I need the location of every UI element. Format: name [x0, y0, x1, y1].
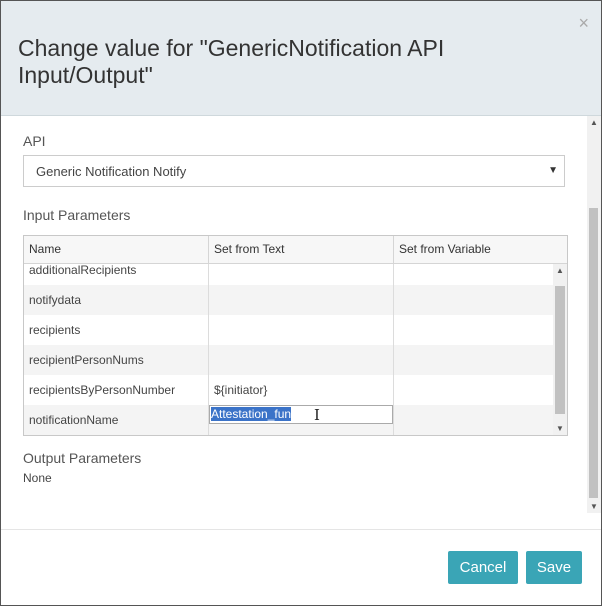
- param-text[interactable]: [209, 315, 394, 345]
- api-select-value: Generic Notification Notify: [36, 164, 187, 179]
- grid-scroll-thumb[interactable]: [555, 286, 565, 414]
- chevron-down-icon: ▼: [548, 165, 558, 176]
- dialog-scrollbar[interactable]: ▲ ▼: [587, 116, 601, 513]
- param-name: additionalRecipients: [24, 264, 209, 285]
- table-row[interactable]: notifydata: [24, 285, 553, 315]
- param-variable[interactable]: [394, 345, 553, 375]
- table-row[interactable]: recipients: [24, 315, 553, 345]
- api-label: API: [23, 133, 46, 149]
- dialog-header: Change value for "GenericNotification AP…: [1, 1, 601, 116]
- param-name: recipientPersonNums: [24, 345, 209, 375]
- notification-name-text-input[interactable]: Attestation_fun I: [209, 405, 393, 424]
- param-variable[interactable]: [394, 315, 553, 345]
- close-icon[interactable]: ×: [578, 14, 589, 32]
- param-name: notifydata: [24, 285, 209, 315]
- grid-scrollbar[interactable]: ▲ ▼: [553, 264, 567, 435]
- table-row[interactable]: notificationName Attestation_fun I: [24, 405, 553, 435]
- scroll-up-icon[interactable]: ▲: [590, 118, 598, 127]
- dialog-body: API Generic Notification Notify ▼ Input …: [1, 116, 587, 513]
- scroll-down-icon[interactable]: ▼: [556, 424, 564, 433]
- param-variable[interactable]: [394, 405, 553, 435]
- param-text[interactable]: [209, 264, 394, 285]
- table-row[interactable]: additionalRecipients: [24, 264, 553, 285]
- dialog-title: Change value for "GenericNotification AP…: [18, 35, 445, 88]
- param-text[interactable]: [209, 285, 394, 315]
- dialog-footer: Cancel Save: [1, 529, 601, 605]
- save-button[interactable]: Save: [526, 551, 582, 584]
- text-cursor-icon: I: [314, 406, 320, 424]
- param-variable[interactable]: [394, 375, 553, 405]
- change-value-dialog: Change value for "GenericNotification AP…: [0, 0, 602, 606]
- param-text[interactable]: ${initiator}: [209, 375, 394, 405]
- scroll-down-icon[interactable]: ▼: [590, 502, 598, 511]
- scroll-up-icon[interactable]: ▲: [556, 266, 564, 275]
- param-variable[interactable]: [394, 285, 553, 315]
- selected-text: Attestation_fun: [211, 407, 292, 421]
- table-row[interactable]: recipientsByPersonNumber ${initiator}: [24, 375, 553, 405]
- column-header-set-from-text[interactable]: Set from Text: [209, 236, 394, 263]
- input-parameters-grid: Name Set from Text Set from Variable add…: [23, 235, 568, 436]
- param-variable[interactable]: [394, 264, 553, 285]
- param-name: notificationName: [24, 405, 209, 435]
- table-row[interactable]: recipientPersonNums: [24, 345, 553, 375]
- grid-rows: additionalRecipients notifydata recipien…: [24, 264, 553, 435]
- column-header-name[interactable]: Name: [24, 236, 209, 263]
- output-parameters-label: Output Parameters: [23, 450, 142, 466]
- column-header-set-from-variable[interactable]: Set from Variable: [394, 236, 567, 263]
- param-name: recipientsByPersonNumber: [24, 375, 209, 405]
- param-name: recipients: [24, 315, 209, 345]
- output-parameters-value: None: [23, 471, 52, 485]
- api-select[interactable]: Generic Notification Notify ▼: [23, 155, 565, 187]
- dialog-scroll-thumb[interactable]: [589, 208, 598, 498]
- cancel-button[interactable]: Cancel: [448, 551, 518, 584]
- input-parameters-label: Input Parameters: [23, 207, 131, 223]
- param-text[interactable]: [209, 345, 394, 375]
- grid-header: Name Set from Text Set from Variable: [24, 236, 567, 264]
